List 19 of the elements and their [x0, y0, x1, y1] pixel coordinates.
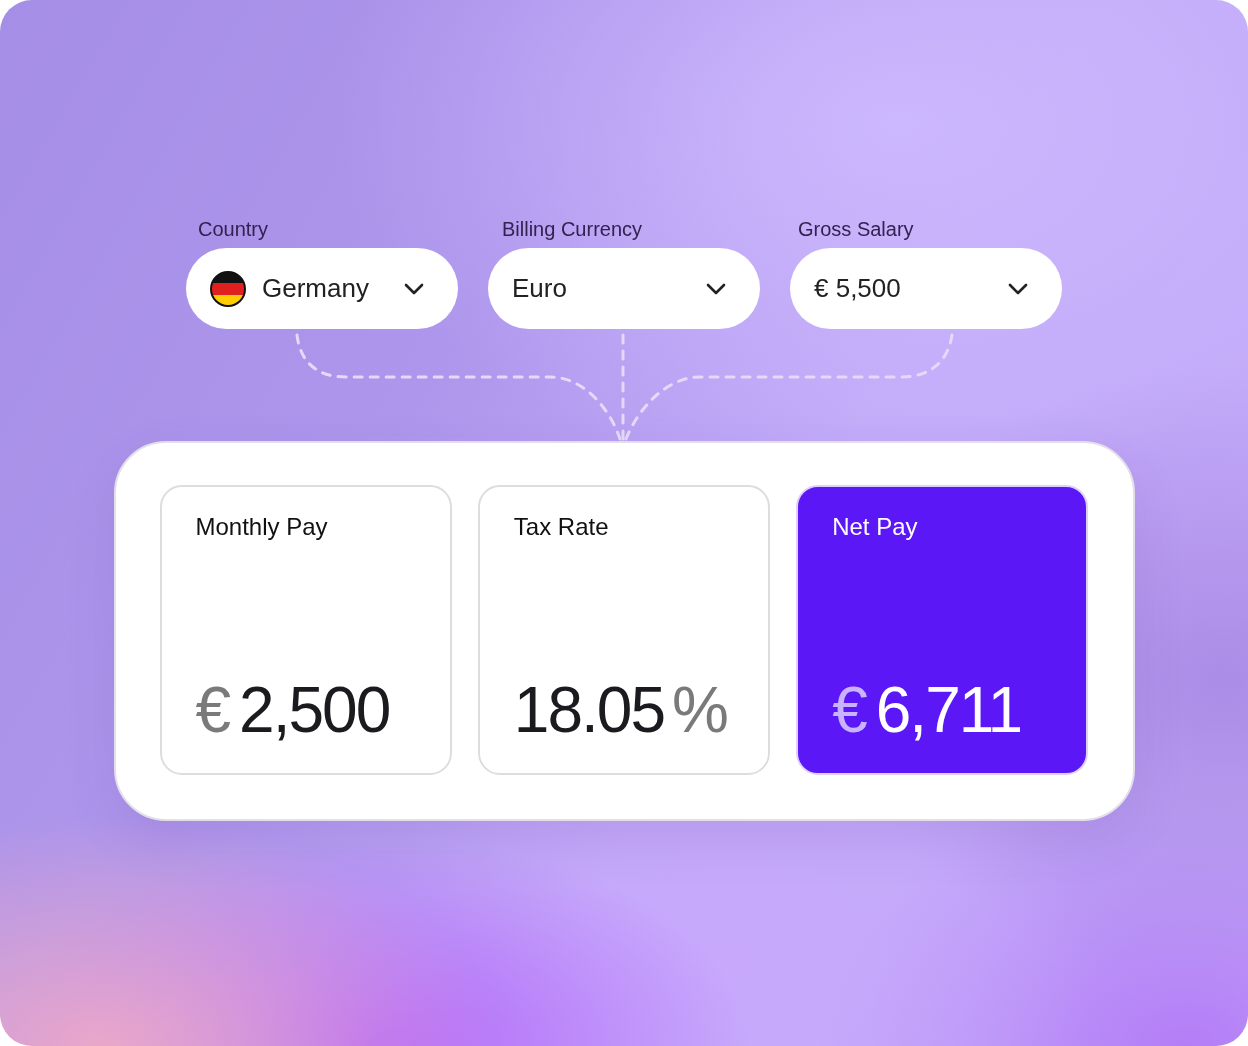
amount-value: 6,711	[875, 675, 1022, 745]
amount-value: 18.05	[513, 675, 664, 745]
dropdown-field[interactable]: Euro	[488, 248, 760, 329]
amount-value: 2,500	[239, 675, 390, 745]
chevron-down-icon	[1008, 282, 1028, 295]
card-title: Tax Rate	[513, 512, 609, 542]
unit-symbol: %	[672, 675, 729, 745]
chevron-down-icon	[404, 282, 424, 295]
german-flag-icon	[210, 270, 246, 307]
chevron-down-icon	[706, 282, 726, 295]
field-label: Gross Salary	[797, 217, 915, 242]
field-label: Billing Currency	[501, 217, 644, 242]
card-title: Monthly Pay	[195, 512, 328, 542]
currency-symbol: €	[195, 675, 232, 745]
field-label: Country	[197, 217, 270, 242]
card-title: Net Pay	[832, 512, 918, 542]
dropdown-field[interactable]: Germany	[186, 248, 458, 329]
dropdown-field[interactable]: € 5,500	[790, 248, 1062, 329]
currency-symbol: €	[832, 675, 868, 745]
